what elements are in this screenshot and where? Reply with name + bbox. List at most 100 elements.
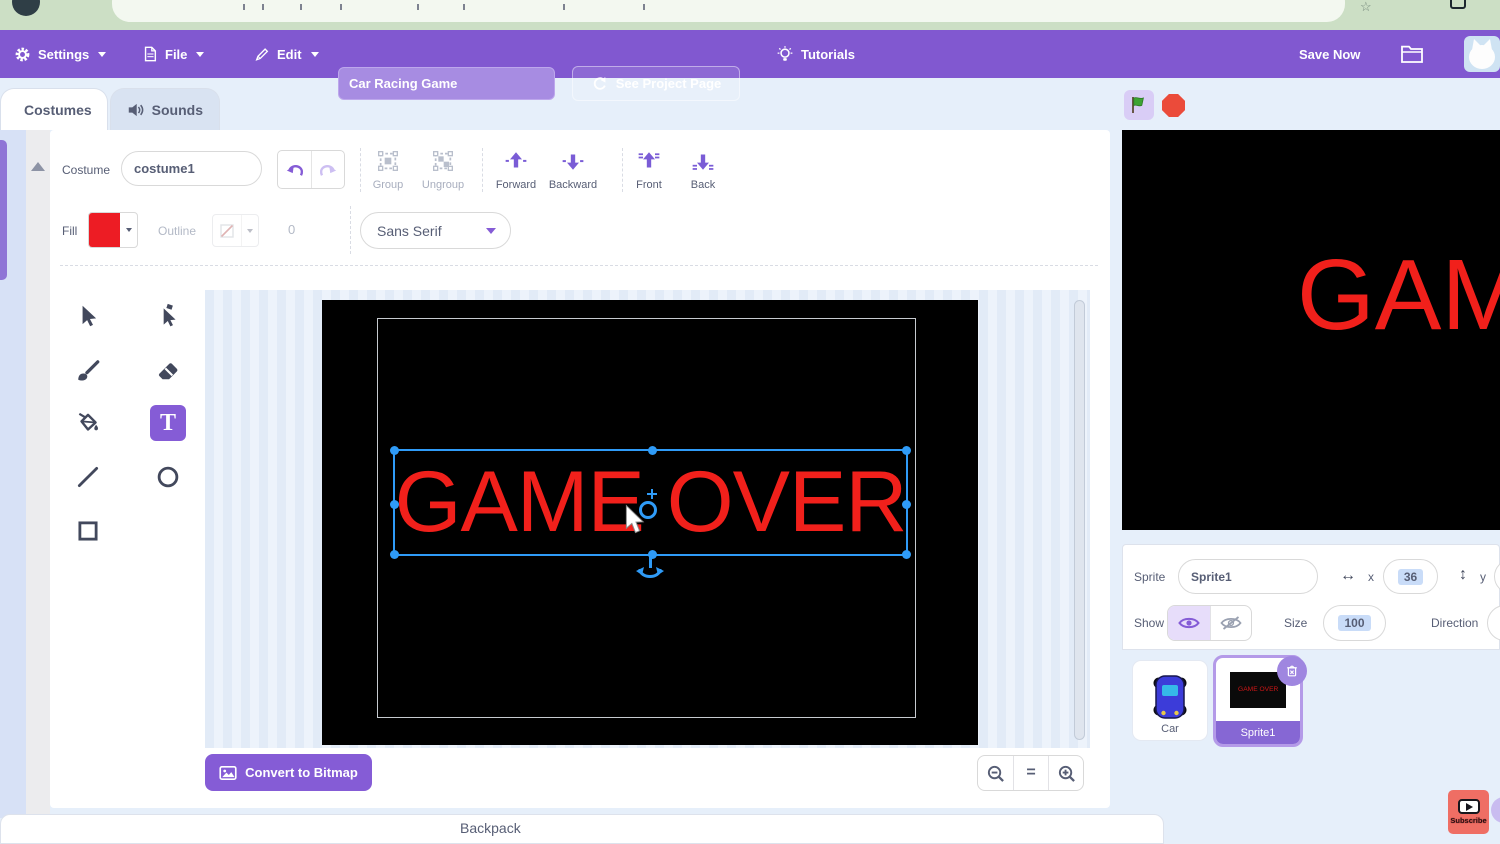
edit-menu[interactable]: Edit — [254, 30, 319, 78]
subscribe-badge[interactable]: Subscribe — [1448, 790, 1489, 834]
redo-icon — [318, 161, 338, 179]
group-button[interactable]: Group — [359, 148, 417, 192]
tab-sounds[interactable]: Sounds — [110, 88, 220, 130]
visibility-toggle — [1167, 605, 1252, 641]
scroll-up-icon[interactable] — [31, 162, 45, 171]
selection-handle[interactable] — [390, 446, 399, 455]
browser-chrome: ☆ — [0, 0, 1500, 30]
y-label: y — [1480, 570, 1486, 584]
file-label: File — [165, 47, 187, 62]
layer-front-icon — [637, 149, 661, 173]
chevron-down-icon — [196, 52, 204, 57]
costume-name-input[interactable] — [121, 151, 262, 186]
backward-button[interactable]: Backward — [544, 148, 602, 192]
eye-icon — [1178, 616, 1200, 630]
back-button[interactable]: Back — [674, 148, 732, 192]
selection-handle[interactable] — [390, 550, 399, 559]
my-stuff-button[interactable] — [1400, 30, 1424, 78]
selected-costume-edge[interactable] — [0, 140, 7, 280]
tutorials-label: Tutorials — [801, 47, 855, 62]
font-dropdown[interactable]: Sans Serif — [360, 212, 511, 249]
backpack-bar[interactable] — [0, 814, 1164, 844]
select-tool[interactable] — [70, 298, 106, 334]
tutorials-menu[interactable]: Tutorials — [776, 30, 855, 78]
see-project-page-button[interactable]: See Project Page — [572, 66, 740, 101]
selection-handle[interactable] — [902, 550, 911, 559]
bookmark-star-icon[interactable]: ☆ — [1360, 0, 1372, 15]
front-label: Front — [636, 179, 662, 191]
redo-button[interactable] — [311, 151, 344, 188]
browser-address-bar[interactable] — [112, 0, 1345, 22]
show-sprite-button[interactable] — [1168, 606, 1210, 640]
canvas-scrollbar[interactable] — [1074, 300, 1085, 740]
sprite1-mini-text: GAME OVER — [1238, 686, 1278, 693]
sprite1-name-label: Sprite1 — [1216, 721, 1300, 744]
zoom-reset-button[interactable]: = — [1013, 756, 1048, 790]
rectangle-tool[interactable] — [70, 513, 106, 549]
selection-handle[interactable] — [648, 446, 657, 455]
forward-label: Forward — [496, 179, 536, 191]
brush-tool[interactable] — [70, 352, 106, 388]
ungroup-label: Ungroup — [422, 179, 464, 191]
ungroup-button[interactable]: Ungroup — [414, 148, 472, 192]
selection-handle[interactable] — [902, 500, 911, 509]
rotation-handle-icon[interactable] — [636, 566, 664, 582]
selection-handle[interactable] — [390, 500, 399, 509]
size-input[interactable]: 100 — [1323, 605, 1386, 641]
settings-menu[interactable]: Settings — [14, 30, 106, 78]
fill-color-picker[interactable] — [88, 212, 138, 248]
file-menu[interactable]: File — [142, 30, 204, 78]
trash-icon — [1284, 663, 1300, 679]
zoom-reset-label: = — [1026, 764, 1035, 782]
toolbar-divider — [350, 206, 351, 254]
text-tool-icon: T — [160, 410, 176, 437]
lightbulb-icon — [776, 45, 794, 64]
undo-icon — [285, 161, 305, 179]
select-cursor-icon — [75, 303, 101, 329]
save-now-button[interactable]: Save Now — [1299, 30, 1360, 78]
circle-icon — [155, 464, 181, 490]
tab-costumes[interactable]: Costumes — [0, 88, 108, 130]
stage-sprite-text[interactable]: GAME OVER — [1297, 238, 1500, 353]
convert-to-bitmap-button[interactable]: Convert to Bitmap — [205, 754, 372, 791]
reshape-cursor-icon — [155, 303, 181, 329]
undo-button[interactable] — [278, 151, 311, 188]
file-icon — [142, 45, 158, 63]
layer-back-icon — [691, 149, 715, 173]
window-control-icon[interactable] — [1450, 0, 1466, 9]
selection-handle[interactable] — [902, 446, 911, 455]
forward-button[interactable]: Forward — [487, 148, 545, 192]
backward-label: Backward — [549, 179, 597, 191]
front-button[interactable]: Front — [620, 148, 678, 192]
scratch-editor-window: ☆ Settings File Edit See Project Page Tu… — [0, 0, 1500, 844]
user-avatar[interactable] — [1464, 36, 1500, 72]
circle-tool[interactable] — [150, 459, 186, 495]
sprite-thumbnail-car[interactable]: Car — [1133, 661, 1207, 740]
browser-extension-icon[interactable] — [12, 0, 40, 16]
line-tool[interactable] — [70, 459, 106, 495]
zoom-in-button[interactable] — [1048, 756, 1083, 790]
pencil-icon — [254, 46, 270, 62]
delete-sprite-button[interactable] — [1277, 656, 1307, 686]
edit-label: Edit — [277, 47, 302, 62]
rectangle-icon — [75, 518, 101, 544]
floating-button-partial[interactable] — [1491, 797, 1500, 823]
fill-label: Fill — [62, 224, 77, 238]
eraser-tool[interactable] — [150, 352, 186, 388]
outline-label: Outline — [158, 224, 196, 238]
text-tool[interactable]: T — [150, 405, 186, 441]
fill-tool[interactable] — [70, 405, 106, 441]
hide-sprite-button[interactable] — [1210, 606, 1252, 640]
sprite-name-input[interactable] — [1178, 559, 1318, 594]
group-icon — [376, 149, 400, 173]
outline-swatch-icon — [213, 215, 242, 246]
zoom-out-button[interactable] — [978, 756, 1013, 790]
outline-color-picker[interactable] — [212, 214, 259, 247]
stage[interactable]: GAME OVER — [1122, 130, 1500, 530]
undo-redo-group — [277, 150, 345, 189]
stop-button[interactable] — [1162, 94, 1185, 117]
x-position-input[interactable]: 36 — [1383, 559, 1438, 594]
green-flag-button[interactable] — [1124, 90, 1154, 120]
reshape-tool[interactable] — [150, 298, 186, 334]
project-name-input[interactable] — [338, 67, 555, 100]
